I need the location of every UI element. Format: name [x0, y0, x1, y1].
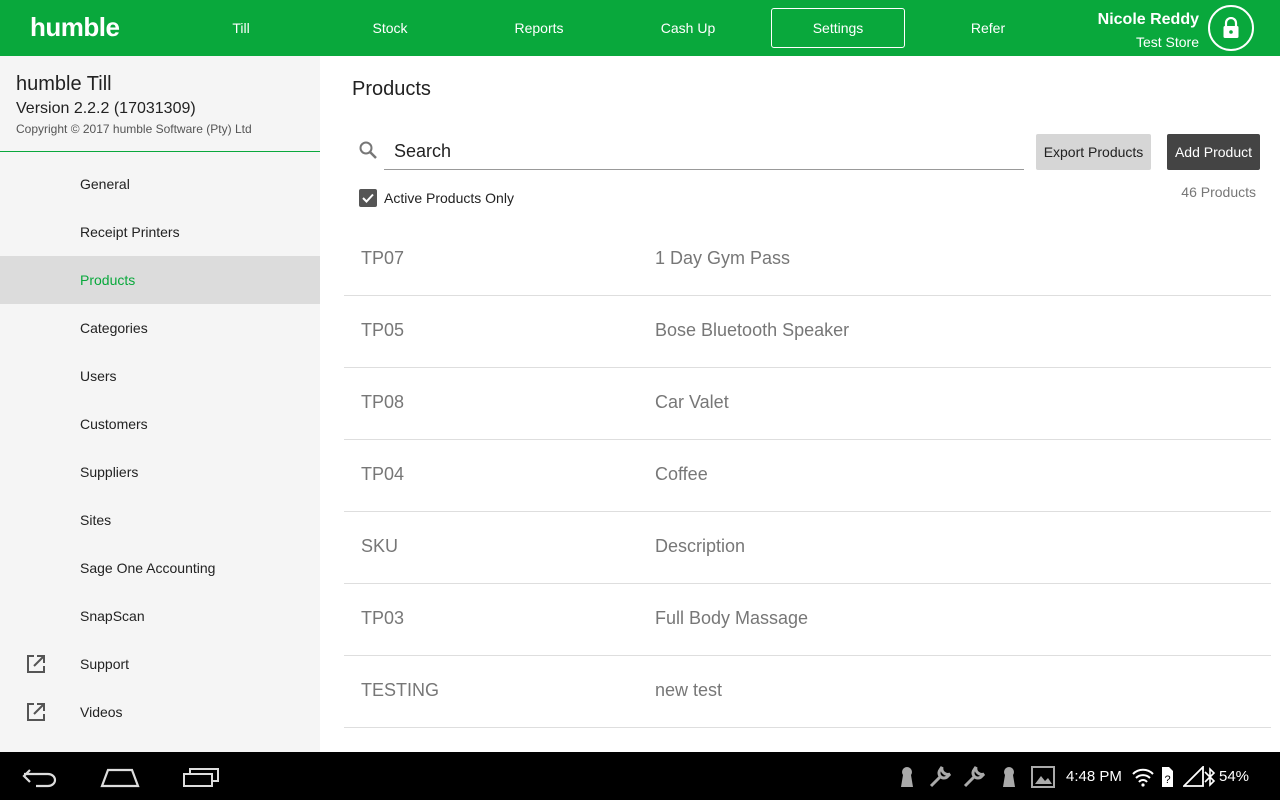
system-nav-bar: 4:48 PM ? 54% [0, 752, 1280, 800]
top-nav-bar: humble Till Stock Reports Cash Up Settin… [0, 0, 1280, 56]
product-sku: TP07 [361, 248, 405, 268]
humble-logo: humble [30, 12, 120, 42]
product-sku: TP04 [361, 464, 405, 484]
sidebar-item-label: Videos [80, 704, 123, 720]
page-title: Products [352, 78, 431, 100]
sidebar-item-videos[interactable]: Videos [0, 688, 320, 736]
products-panel: Products Export Products Add Product Act… [320, 56, 1280, 752]
notification-keyhole-icon [1003, 767, 1015, 787]
sidebar-item-suppliers[interactable]: Suppliers [0, 448, 320, 496]
product-row[interactable]: TP03 Full Body Massage [344, 584, 1271, 656]
nav-till[interactable]: Till [174, 8, 308, 48]
product-description: Full Body Massage [655, 608, 809, 628]
svg-text:?: ? [1164, 774, 1170, 786]
sim-card-icon: ? [1162, 767, 1173, 787]
sidebar-item-sites[interactable]: Sites [0, 496, 320, 544]
settings-sidebar: humble Till Version 2.2.2 (17031309) Cop… [0, 56, 320, 752]
store-name: Test Store [1135, 34, 1199, 50]
notification-keyhole-icon [901, 767, 913, 787]
product-row[interactable]: TESTING new test [344, 656, 1271, 728]
products-list: TP07 1 Day Gym Pass TP05 Bose Bluetooth … [344, 224, 1271, 728]
search-input[interactable] [384, 134, 1024, 170]
wrench-icon [963, 766, 986, 788]
product-description: Bose Bluetooth Speaker [655, 320, 850, 340]
nav-reports[interactable]: Reports [472, 8, 606, 48]
product-row[interactable]: SKU Description [344, 512, 1271, 584]
export-products-button[interactable]: Export Products [1036, 134, 1151, 170]
wrench-icon [929, 766, 952, 788]
bluetooth-icon [1204, 767, 1216, 787]
nav-cash-up[interactable]: Cash Up [621, 8, 755, 48]
checkmark-icon [362, 193, 374, 203]
signal-icon [1183, 766, 1204, 787]
sidebar-item-snapscan[interactable]: SnapScan [0, 592, 320, 640]
user-name: Nicole Reddy [1097, 11, 1199, 28]
product-description: 1 Day Gym Pass [655, 248, 791, 268]
product-row[interactable]: TP07 1 Day Gym Pass [344, 224, 1271, 296]
sidebar-divider [0, 151, 320, 152]
sidebar-item-sage-one-accounting[interactable]: Sage One Accounting [0, 544, 320, 592]
external-link-icon [27, 655, 45, 673]
sidebar-item-general[interactable]: General [0, 160, 320, 208]
sidebar-item-categories[interactable]: Categories [0, 304, 320, 352]
product-description: Car Valet [655, 392, 729, 412]
product-description: Coffee [655, 464, 708, 484]
sidebar-item-support[interactable]: Support [0, 640, 320, 688]
external-link-icon [27, 703, 45, 721]
product-row[interactable]: TP05 Bose Bluetooth Speaker [344, 296, 1271, 368]
product-row[interactable]: TP08 Car Valet [344, 368, 1271, 440]
clock-time: 4:48 PM [1066, 768, 1122, 785]
lock-button[interactable] [1208, 5, 1254, 51]
home-icon[interactable] [100, 766, 140, 788]
product-description: Description [655, 536, 746, 556]
nav-stock[interactable]: Stock [323, 8, 457, 48]
sidebar-item-customers[interactable]: Customers [0, 400, 320, 448]
back-icon[interactable] [22, 766, 58, 788]
wifi-icon [1132, 768, 1154, 787]
product-sku: SKU [361, 536, 399, 556]
nav-settings[interactable]: Settings [771, 8, 905, 48]
add-product-button[interactable]: Add Product [1167, 134, 1260, 170]
active-products-checkbox[interactable] [359, 189, 377, 207]
app-copyright: Copyright © 2017 humble Software (Pty) L… [16, 122, 252, 136]
product-sku: TP08 [361, 392, 405, 412]
product-description: new test [655, 680, 723, 700]
nav-refer[interactable]: Refer [921, 8, 1055, 48]
active-products-label[interactable]: Active Products Only [384, 190, 514, 206]
battery-percentage: 54% [1219, 768, 1250, 785]
app-version: Version 2.2.2 (17031309) [16, 100, 196, 117]
recent-apps-icon[interactable] [182, 766, 220, 788]
product-count: 46 Products [1181, 184, 1256, 200]
image-icon [1031, 766, 1055, 788]
sidebar-item-users[interactable]: Users [0, 352, 320, 400]
sidebar-item-receipt-printers[interactable]: Receipt Printers [0, 208, 320, 256]
sidebar-item-label: Support [80, 656, 130, 672]
lock-icon [1223, 17, 1239, 38]
search-icon [359, 141, 377, 159]
product-sku: TP05 [361, 320, 405, 340]
product-row[interactable]: TP04 Coffee [344, 440, 1271, 512]
sidebar-item-products[interactable]: Products [0, 256, 320, 304]
product-sku: TP03 [361, 608, 405, 628]
product-sku: TESTING [361, 680, 440, 700]
app-title: humble Till [16, 73, 112, 95]
